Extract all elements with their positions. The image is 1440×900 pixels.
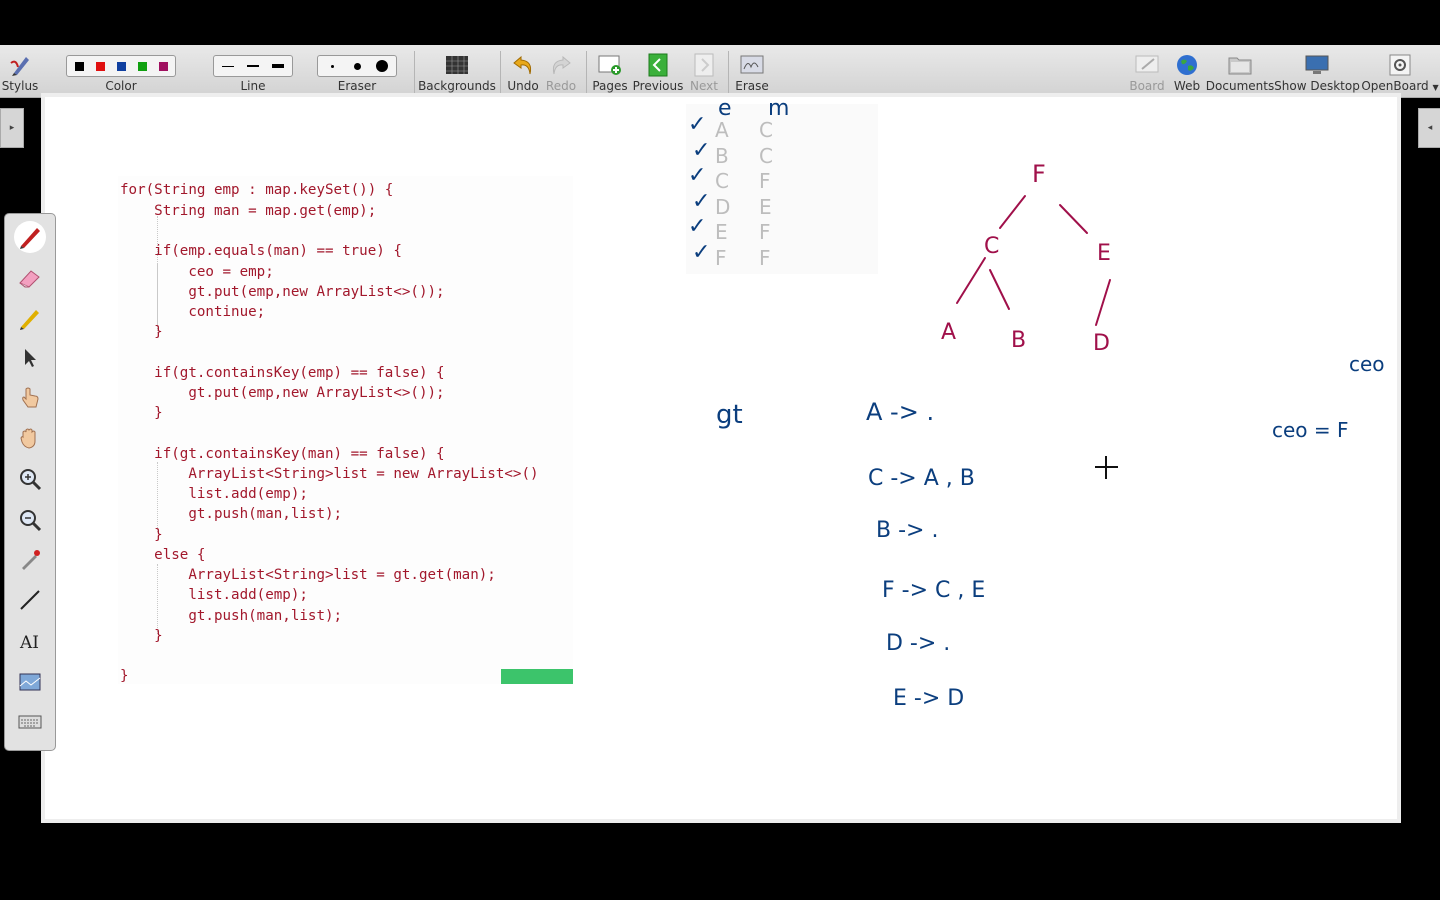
tree-leaf-b: B [1011, 328, 1027, 353]
note-map-d: D -> . [886, 631, 951, 656]
tree-leaf-a: A [941, 320, 957, 345]
tree-node-c: C [984, 234, 1000, 259]
note-map-a: A -> . [866, 398, 935, 426]
note-ceo-equals: ceo = F [1272, 418, 1349, 442]
tree-node-e: E [1097, 241, 1111, 266]
tree-edges [956, 195, 1111, 326]
ink-layer [956, 195, 1118, 479]
note-map-e: E -> D [893, 686, 965, 711]
note-gt: gt [716, 400, 743, 430]
tree-leaf-d: D [1093, 331, 1110, 356]
note-ceo: ceo [1349, 352, 1385, 376]
note-map-b: B -> . [876, 518, 939, 543]
tree-node-root: F [1032, 160, 1046, 188]
crosshair-cursor-icon [1095, 456, 1118, 479]
note-map-c: C -> A , B [868, 466, 975, 491]
note-map-f: F -> C , E [882, 578, 986, 603]
